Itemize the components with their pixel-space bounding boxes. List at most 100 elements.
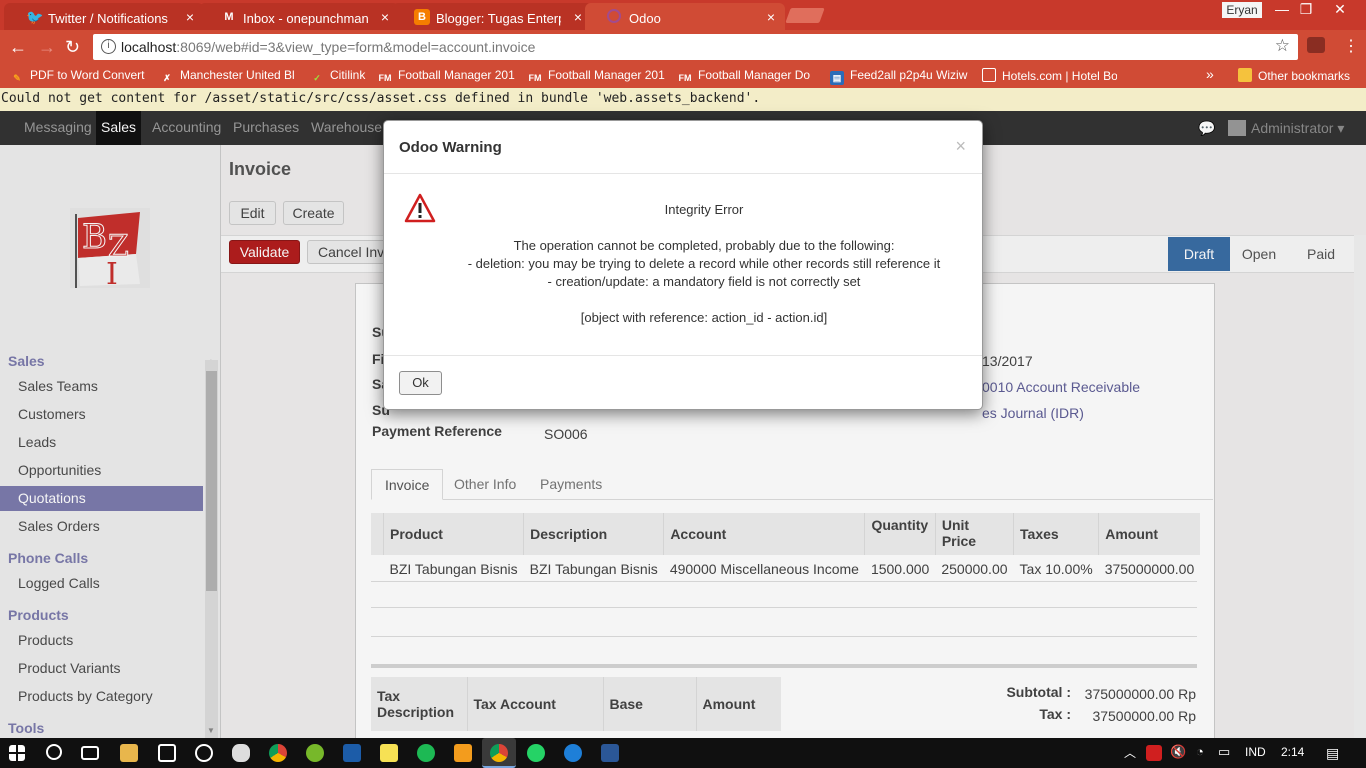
- forward-icon[interactable]: →: [38, 37, 56, 57]
- file-explorer-icon[interactable]: [120, 744, 138, 762]
- volume-icon[interactable]: 🔇: [1170, 744, 1186, 760]
- bookmark-label: Hotels.com | Hotel Bo: [1002, 69, 1117, 83]
- tab-label: Twitter / Notifications: [48, 11, 168, 26]
- fm-icon: FM: [678, 73, 692, 83]
- tab-odoo[interactable]: Odoo ×: [585, 3, 785, 30]
- bookmark-star-icon[interactable]: ☆: [1275, 36, 1290, 56]
- bookmarks-overflow-icon[interactable]: »: [1206, 66, 1214, 82]
- feed2all-icon: ▤: [830, 71, 844, 85]
- battery-icon[interactable]: ▭: [1218, 744, 1230, 760]
- tab-twitter[interactable]: 🐦 Twitter / Notifications ×: [4, 3, 204, 30]
- tab-label: Inbox - onepunchman.up: [243, 11, 368, 26]
- other-bookmarks[interactable]: Other bookmarks: [1238, 68, 1350, 83]
- utorrent-icon[interactable]: [306, 744, 324, 762]
- tab-label: Odoo: [629, 11, 661, 26]
- close-icon[interactable]: ×: [955, 136, 966, 157]
- bookmark-label: Feed2all p2p4u Wiziw: [850, 68, 968, 82]
- bookmark-label: Manchester United Bl: [180, 68, 295, 82]
- bookmark-item[interactable]: ▤ Feed2all p2p4u Wiziw: [830, 68, 970, 85]
- tab-close-icon[interactable]: ×: [574, 9, 582, 25]
- manutd-icon: ✗: [163, 73, 171, 83]
- error-line: - creation/update: a mandatory field is …: [547, 274, 861, 289]
- url-text[interactable]: localhost:8069/web#id=3&view_type=form&m…: [121, 39, 535, 55]
- sticky-notes-icon[interactable]: [380, 744, 398, 762]
- chrome-icon[interactable]: [490, 744, 508, 762]
- bookmark-item[interactable]: ✓ Citilink: [310, 68, 372, 85]
- dialog-body: Integrity Error The operation cannot be …: [444, 181, 964, 327]
- tab-close-icon[interactable]: ×: [767, 9, 775, 25]
- chrome-menu-icon[interactable]: ⋮: [1343, 37, 1359, 57]
- clock[interactable]: 2:14: [1281, 745, 1304, 759]
- warning-dialog: Odoo Warning × Integrity Error The opera…: [383, 120, 983, 410]
- whatsapp-icon[interactable]: [527, 744, 545, 762]
- app-icon[interactable]: [232, 744, 250, 762]
- notifications-icon[interactable]: ▤: [1326, 745, 1339, 762]
- back-icon[interactable]: ←: [9, 37, 27, 57]
- bookmark-label: PDF to Word Convert: [30, 68, 145, 82]
- cortana-icon[interactable]: [46, 744, 62, 760]
- address-bar[interactable]: i localhost:8069/web#id=3&view_type=form…: [93, 34, 1298, 60]
- bookmark-item[interactable]: ✎ PDF to Word Convert: [10, 68, 150, 85]
- bookmark-item[interactable]: ✗ Manchester United Bl: [160, 68, 300, 85]
- restore-button[interactable]: ❐: [1292, 0, 1320, 18]
- tab-blogger[interactable]: B Blogger: Tugas Enterprise ×: [392, 3, 592, 30]
- profile-badge[interactable]: Eryan: [1222, 2, 1262, 18]
- asset-error-message: Could not get content for /asset/static/…: [0, 88, 1366, 111]
- bookmarks-bar: ✎ PDF to Word Convert ✗ Manchester United …: [0, 64, 1366, 88]
- new-tab-button[interactable]: [785, 8, 825, 23]
- start-icon[interactable]: [9, 745, 25, 761]
- page-icon: [982, 68, 996, 82]
- bookmark-item[interactable]: FM Football Manager 201: [528, 68, 668, 85]
- error-heading: Integrity Error: [664, 202, 744, 217]
- twitter-icon: 🐦: [26, 9, 44, 25]
- dialog-title: Odoo Warning: [399, 139, 502, 156]
- error-line: The operation cannot be completed, proba…: [513, 238, 895, 253]
- store-icon[interactable]: [158, 744, 176, 762]
- gmail-icon: M: [224, 11, 234, 23]
- tab-close-icon[interactable]: ×: [381, 9, 389, 25]
- antivirus-icon[interactable]: [1146, 745, 1162, 761]
- url-path: :8069/web#id=3&view_type=form&model=acco…: [176, 39, 536, 55]
- fm-icon: FM: [528, 73, 542, 83]
- info-icon[interactable]: i: [101, 39, 116, 54]
- chrome-icon[interactable]: [269, 744, 287, 762]
- citilink-icon: ✓: [313, 73, 321, 83]
- bookmark-label: Other bookmarks: [1258, 69, 1351, 83]
- bookmark-item[interactable]: FM Football Manager Do: [678, 68, 818, 85]
- bookmark-label: Football Manager 201: [398, 68, 515, 82]
- task-view-icon[interactable]: [81, 746, 99, 760]
- tab-close-icon[interactable]: ×: [186, 9, 194, 25]
- fm-icon: FM: [378, 73, 392, 83]
- browser-toolbar: ← → ↻ i localhost:8069/web#id=3&view_typ…: [0, 30, 1366, 64]
- dialog-footer: Ok: [384, 355, 982, 410]
- bookmark-label: Football Manager 201: [548, 68, 665, 82]
- error-reference: [object with reference: action_id - acti…: [580, 310, 828, 325]
- window-close-button[interactable]: ✕: [1326, 0, 1354, 18]
- language-indicator[interactable]: IND: [1245, 745, 1266, 759]
- bookmark-label: Football Manager Do: [698, 68, 811, 82]
- odoo-icon: [607, 9, 621, 23]
- wifi-icon[interactable]: ◔: [1196, 744, 1204, 759]
- media-player-icon[interactable]: [343, 744, 361, 762]
- pdf-icon: ✎: [13, 73, 21, 83]
- dialog-header: Odoo Warning ×: [384, 121, 982, 174]
- word-icon[interactable]: [601, 744, 619, 762]
- bookmark-item[interactable]: FM Football Manager 201: [378, 68, 518, 85]
- tab-gmail[interactable]: M Inbox - onepunchman.up ×: [199, 3, 399, 30]
- spotify-icon[interactable]: [417, 744, 435, 762]
- edge-icon[interactable]: [564, 744, 582, 762]
- reload-icon[interactable]: ↻: [65, 37, 80, 57]
- ok-button[interactable]: Ok: [399, 371, 442, 395]
- error-line: - deletion: you may be trying to delete …: [467, 256, 941, 271]
- extension-icon[interactable]: [1307, 37, 1325, 53]
- tab-label: Blogger: Tugas Enterprise: [436, 11, 561, 26]
- browser-tabstrip: 🐦 Twitter / Notifications × M Inbox - on…: [0, 0, 1366, 30]
- settings-icon[interactable]: [195, 744, 213, 762]
- blogger-icon: B: [414, 9, 430, 25]
- tray-chevron-icon[interactable]: ︿: [1124, 744, 1136, 761]
- url-host: localhost: [121, 39, 177, 55]
- windows-taskbar: ︿ 🔇 ◔ ▭ IND 2:14 ▤: [0, 738, 1366, 768]
- folder-icon: [1238, 68, 1252, 82]
- sublime-icon[interactable]: [454, 744, 472, 762]
- bookmark-item[interactable]: Hotels.com | Hotel Bo: [982, 68, 1117, 83]
